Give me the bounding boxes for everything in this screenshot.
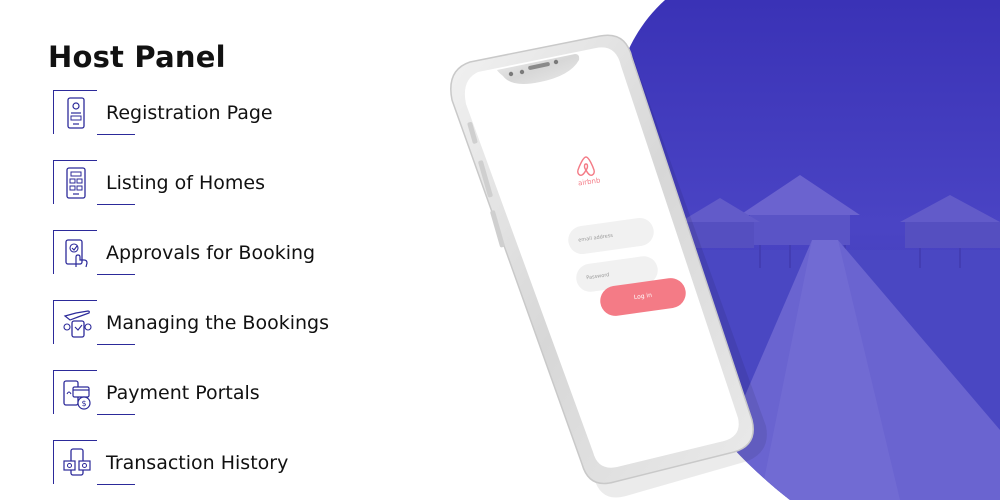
feature-payment-portals: $ Payment Portals	[53, 370, 433, 416]
feature-label: Payment Portals	[106, 382, 260, 404]
registration-phone-icon	[67, 97, 85, 129]
feature-label: Registration Page	[106, 102, 273, 124]
icon-underline	[97, 134, 135, 135]
payment-card-icon: $	[63, 380, 91, 410]
icon-underline	[97, 204, 135, 205]
feature-approvals-for-booking: Approvals for Booking	[53, 230, 433, 276]
icon-frame	[53, 300, 97, 344]
approval-hand-icon	[65, 239, 88, 268]
icon-frame	[53, 230, 97, 274]
icon-underline	[97, 414, 135, 415]
feature-label: Transaction History	[106, 452, 289, 474]
email-field[interactable]: email address	[566, 216, 656, 256]
managing-plane-icon	[63, 310, 92, 338]
svg-text:$: $	[81, 399, 86, 408]
icon-frame	[53, 440, 97, 484]
icon-underline	[97, 484, 135, 485]
feature-managing-the-bookings: Managing the Bookings	[53, 300, 433, 346]
panel-title: Host Panel	[48, 40, 226, 74]
icon-frame	[53, 160, 97, 204]
icon-frame	[53, 90, 97, 134]
feature-transaction-history: Transaction History	[53, 440, 433, 486]
brand-name: airbnb	[577, 176, 601, 188]
icon-underline	[97, 274, 135, 275]
icon-frame: $	[53, 370, 97, 414]
listing-grid-icon	[66, 167, 86, 199]
feature-label: Listing of Homes	[106, 172, 265, 194]
transaction-money-icon	[63, 448, 91, 476]
airbnb-logo-icon	[577, 156, 595, 176]
feature-label: Managing the Bookings	[106, 312, 329, 334]
feature-registration-page: Registration Page	[53, 90, 433, 136]
feature-label: Approvals for Booking	[106, 242, 316, 264]
icon-underline	[97, 344, 135, 345]
feature-listing-of-homes: Listing of Homes	[53, 160, 433, 206]
